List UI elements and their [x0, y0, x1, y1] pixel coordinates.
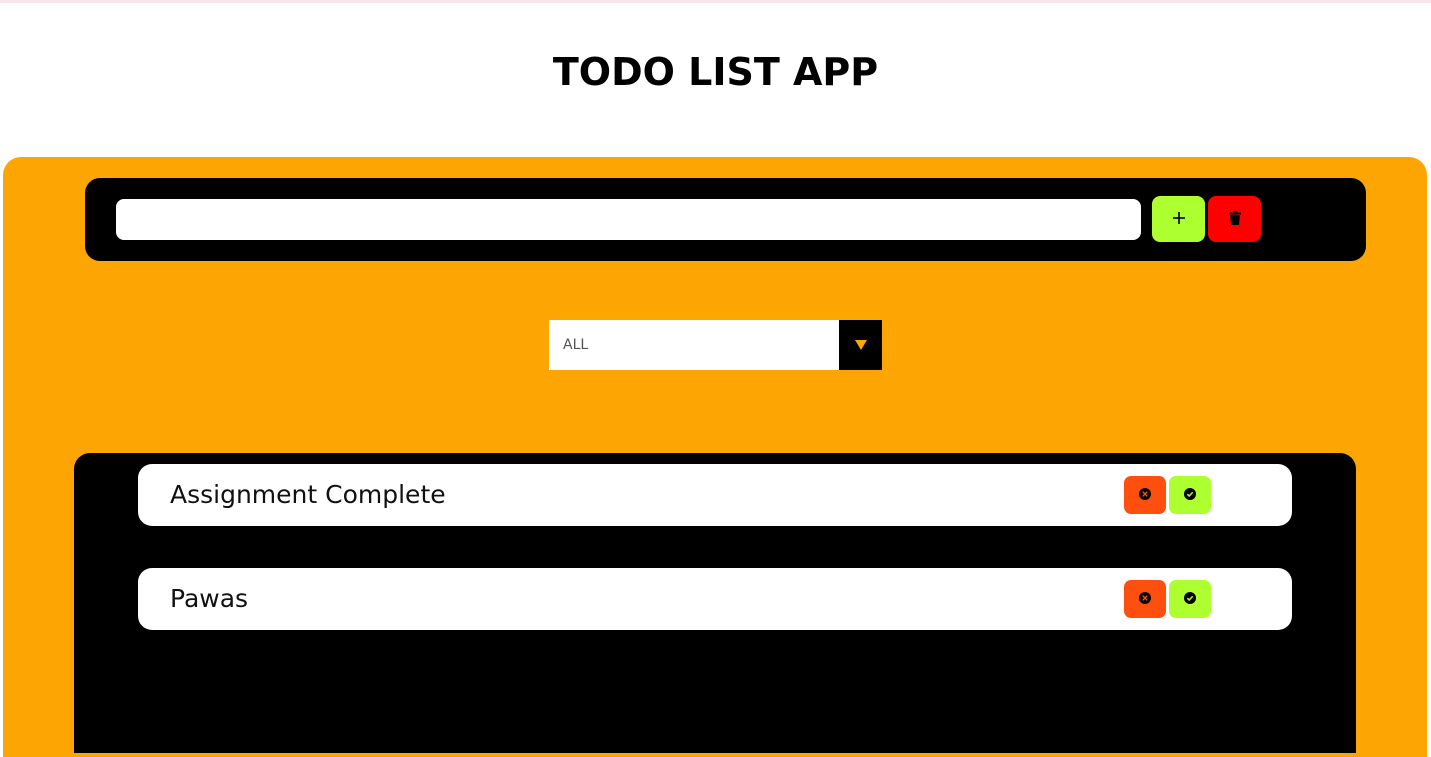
- add-task-button[interactable]: [1152, 196, 1205, 242]
- x-circle-icon: [1139, 591, 1151, 607]
- complete-todo-button[interactable]: [1169, 476, 1211, 514]
- page-title: TODO LIST APP: [552, 50, 879, 94]
- todo-item: Pawas: [138, 568, 1292, 630]
- check-circle-icon: [1184, 591, 1196, 607]
- remove-todo-button[interactable]: [1124, 580, 1166, 618]
- filter-selected-value: ALL: [563, 337, 589, 353]
- task-input[interactable]: [116, 199, 1141, 240]
- trash-icon: [1228, 210, 1241, 228]
- complete-todo-button[interactable]: [1169, 580, 1211, 618]
- todo-item-text: Assignment Complete: [170, 480, 446, 509]
- check-circle-icon: [1184, 487, 1196, 503]
- top-border: [0, 0, 1431, 3]
- todo-item: Assignment Complete: [138, 464, 1292, 526]
- x-circle-icon: [1139, 487, 1151, 503]
- triangle-down-icon: [854, 336, 867, 355]
- todo-item-text: Pawas: [170, 584, 249, 613]
- remove-todo-button[interactable]: [1124, 476, 1166, 514]
- filter-dropdown-toggle[interactable]: [839, 320, 882, 370]
- delete-all-button[interactable]: [1208, 196, 1261, 242]
- plus-icon: [1172, 208, 1186, 231]
- filter-select[interactable]: ALL: [549, 320, 882, 370]
